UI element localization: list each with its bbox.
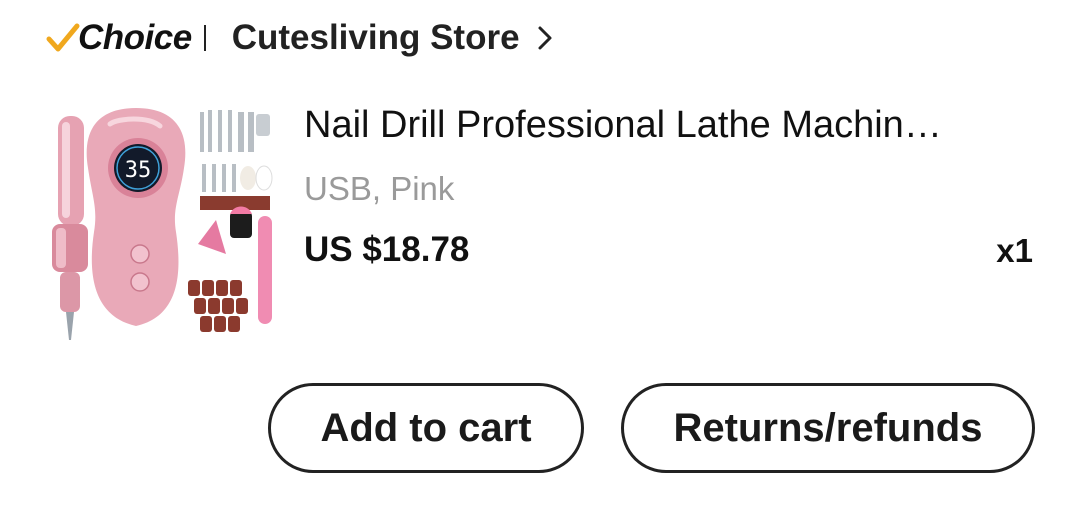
add-to-cart-button[interactable]: Add to cart [268,383,584,473]
product-quantity: x1 [996,232,1033,269]
product-variant: USB, Pink [304,170,455,207]
returns-refunds-button[interactable]: Returns/refunds [621,383,1035,473]
product-image[interactable]: 35 [48,104,280,346]
chevron-right-icon[interactable] [534,24,556,52]
header-divider [203,25,206,51]
store-name-link[interactable]: Cutesliving Store [232,18,520,58]
lcd-reading: 35 [125,158,152,183]
product-title[interactable]: Nail Drill Professional Lathe Machin… [304,104,1024,147]
product-price: US $18.78 [304,230,470,269]
store-header: Choice Cutesliving Store [46,14,556,62]
choice-label: Choice [78,18,192,57]
control-box-shape: 35 [86,108,186,326]
choice-badge: Choice [46,18,192,58]
check-icon [46,23,80,52]
